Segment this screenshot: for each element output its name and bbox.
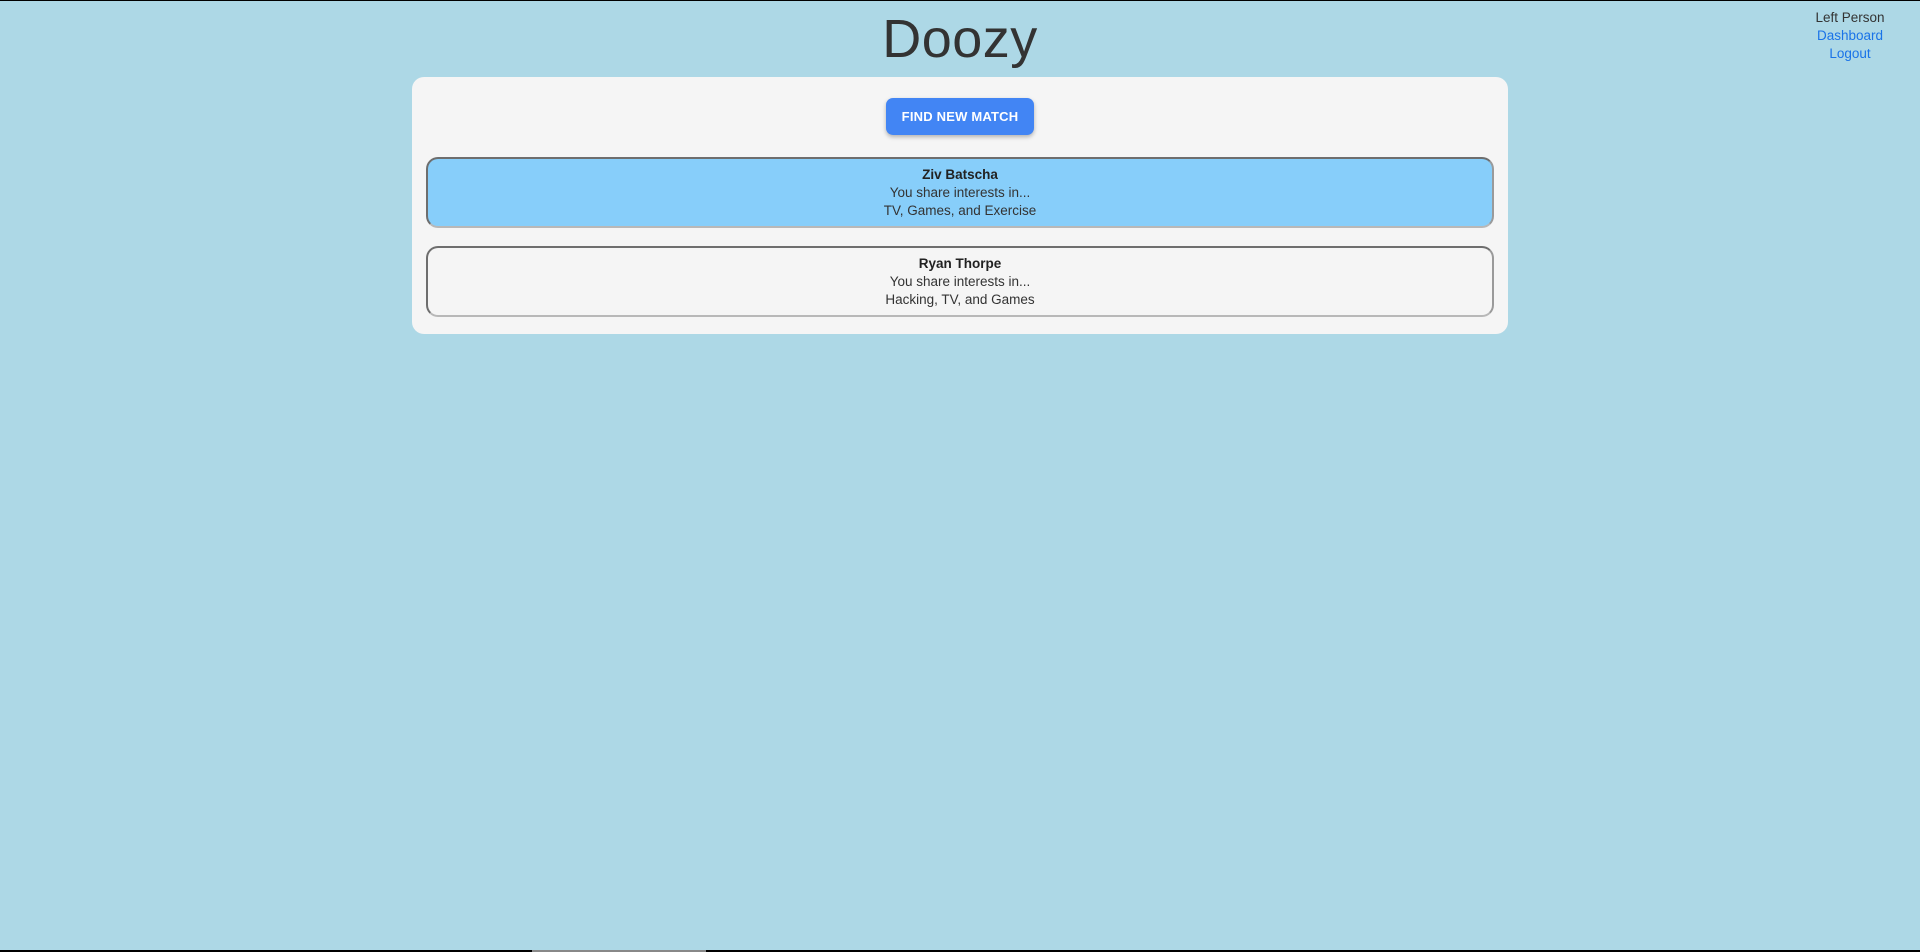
match-interests: TV, Games, and Exercise: [883, 203, 1037, 218]
find-new-match-button[interactable]: FIND NEW MATCH: [886, 98, 1034, 135]
app-title: Doozy: [882, 9, 1038, 69]
user-menu: Left Person Dashboard Logout: [1795, 9, 1905, 63]
match-list: Ziv Batscha You share interests in... TV…: [412, 157, 1508, 317]
match-name: Ziv Batscha: [922, 167, 998, 182]
matches-panel: FIND NEW MATCH Ziv Batscha You share int…: [412, 77, 1508, 334]
match-name: Ryan Thorpe: [918, 256, 1002, 271]
match-interests: Hacking, TV, and Games: [885, 292, 1035, 307]
match-intro: You share interests in...: [889, 274, 1031, 289]
dashboard-link[interactable]: Dashboard: [1795, 27, 1905, 45]
match-card[interactable]: Ziv Batscha You share interests in... TV…: [426, 157, 1494, 228]
logout-link[interactable]: Logout: [1795, 45, 1905, 63]
user-name: Left Person: [1815, 10, 1885, 25]
match-card[interactable]: Ryan Thorpe You share interests in... Ha…: [426, 246, 1494, 317]
match-intro: You share interests in...: [889, 185, 1031, 200]
